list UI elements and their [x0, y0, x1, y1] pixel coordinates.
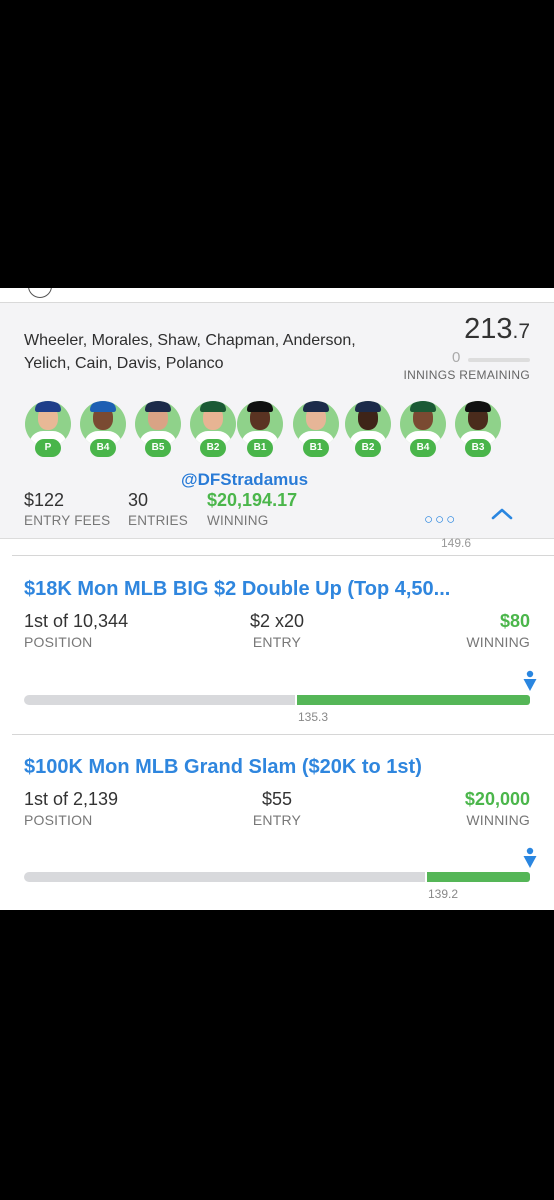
position-badge: B4 [410, 439, 436, 457]
position-badge: B2 [355, 439, 381, 457]
position-value: 1st of 10,344 [24, 611, 129, 631]
innings-remaining-value: 0 [452, 349, 461, 366]
position-stat: 1st of 10,344 POSITION [24, 610, 128, 652]
score-main: 213 [464, 313, 513, 345]
winning-stat: $80 WINNING [466, 610, 530, 652]
user-position-icon [523, 670, 537, 691]
cash-line-marker [425, 870, 427, 884]
entries-label: ENTRIES [128, 513, 188, 528]
chevron-up-icon[interactable] [490, 506, 514, 520]
score-decimal: .7 [512, 320, 530, 343]
entry-fees-value: $122 [24, 490, 65, 510]
entry-value: $55 [261, 789, 293, 809]
position-badge: P [35, 439, 61, 457]
entry-stat: $55 ENTRY [226, 788, 328, 830]
divider [12, 555, 554, 556]
progress-track [24, 695, 296, 705]
innings-remaining-label: INNINGS REMAINING [403, 368, 530, 382]
players-line-1: Wheeler, Morales, Shaw, Chapman, Anderso… [24, 332, 356, 349]
winning-value: $20,000 [464, 789, 530, 809]
winning-stat: $20,194.17 WINNING [207, 489, 297, 531]
position-stat: 1st of 2,139 POSITION [24, 788, 118, 830]
cash-line-marker [295, 693, 297, 707]
winning-label: WINNING [466, 812, 530, 828]
winning-stat: $20,000 WINNING [465, 788, 530, 830]
contest-title[interactable]: $100K Mon MLB Grand Slam ($20K to 1st) [24, 756, 422, 779]
previous-card-edge [0, 288, 554, 303]
position-label: POSITION [24, 634, 93, 650]
progress-fill [426, 872, 530, 882]
position-badge: B5 [145, 439, 171, 457]
player-avatars: P B4 B5 B2 B1 B1 B2 B4 B3 [25, 401, 505, 465]
lineup-card[interactable]: Wheeler, Morales, Shaw, Chapman, Anderso… [0, 303, 554, 539]
winning-label: WINNING [207, 513, 269, 528]
players-line-2: Yelich, Cain, Davis, Polanco [24, 355, 224, 372]
lineup-score: 213.7 [464, 313, 530, 346]
more-dots-icon[interactable]: ○○○ [424, 511, 457, 528]
position-badge: B1 [247, 439, 273, 457]
entry-value: $2 x20 [249, 611, 305, 631]
status-circle-icon [28, 288, 52, 298]
entry-label: ENTRY [252, 812, 302, 828]
user-position-icon [523, 847, 537, 868]
winning-value: $80 [499, 611, 530, 631]
position-badge: B2 [200, 439, 226, 457]
progress-track [24, 872, 426, 882]
entries-stat: 30 ENTRIES [128, 489, 188, 531]
position-badge: B3 [465, 439, 491, 457]
winning-value: $20,194.17 [207, 490, 298, 510]
entry-fees-label: ENTRY FEES [24, 513, 111, 528]
innings-remaining-bar [468, 358, 530, 362]
position-value: 1st of 2,139 [24, 789, 119, 809]
position-badge: B4 [90, 439, 116, 457]
cash-line-score: 135.3 [298, 710, 329, 724]
cash-line-score: 139.2 [428, 887, 459, 901]
entries-value: 30 [128, 490, 149, 510]
entry-stat: $2 x20 ENTRY [226, 610, 328, 652]
position-badge: B1 [303, 439, 329, 457]
progress-fill [296, 695, 530, 705]
entry-fees-stat: $122 ENTRY FEES [24, 489, 110, 531]
position-label: POSITION [24, 812, 93, 828]
watermark-text: @DFStradamus [181, 470, 309, 489]
lineup-player-names: Wheeler, Morales, Shaw, Chapman, Anderso… [24, 329, 404, 375]
app-screen: Wheeler, Morales, Shaw, Chapman, Anderso… [0, 288, 554, 910]
divider [12, 734, 554, 735]
winning-label: WINNING [466, 634, 530, 650]
entry-label: ENTRY [252, 634, 302, 650]
previous-cash-line: 149.6 [441, 536, 472, 550]
contest-title[interactable]: $18K Mon MLB BIG $2 Double Up (Top 4,50.… [24, 578, 450, 601]
